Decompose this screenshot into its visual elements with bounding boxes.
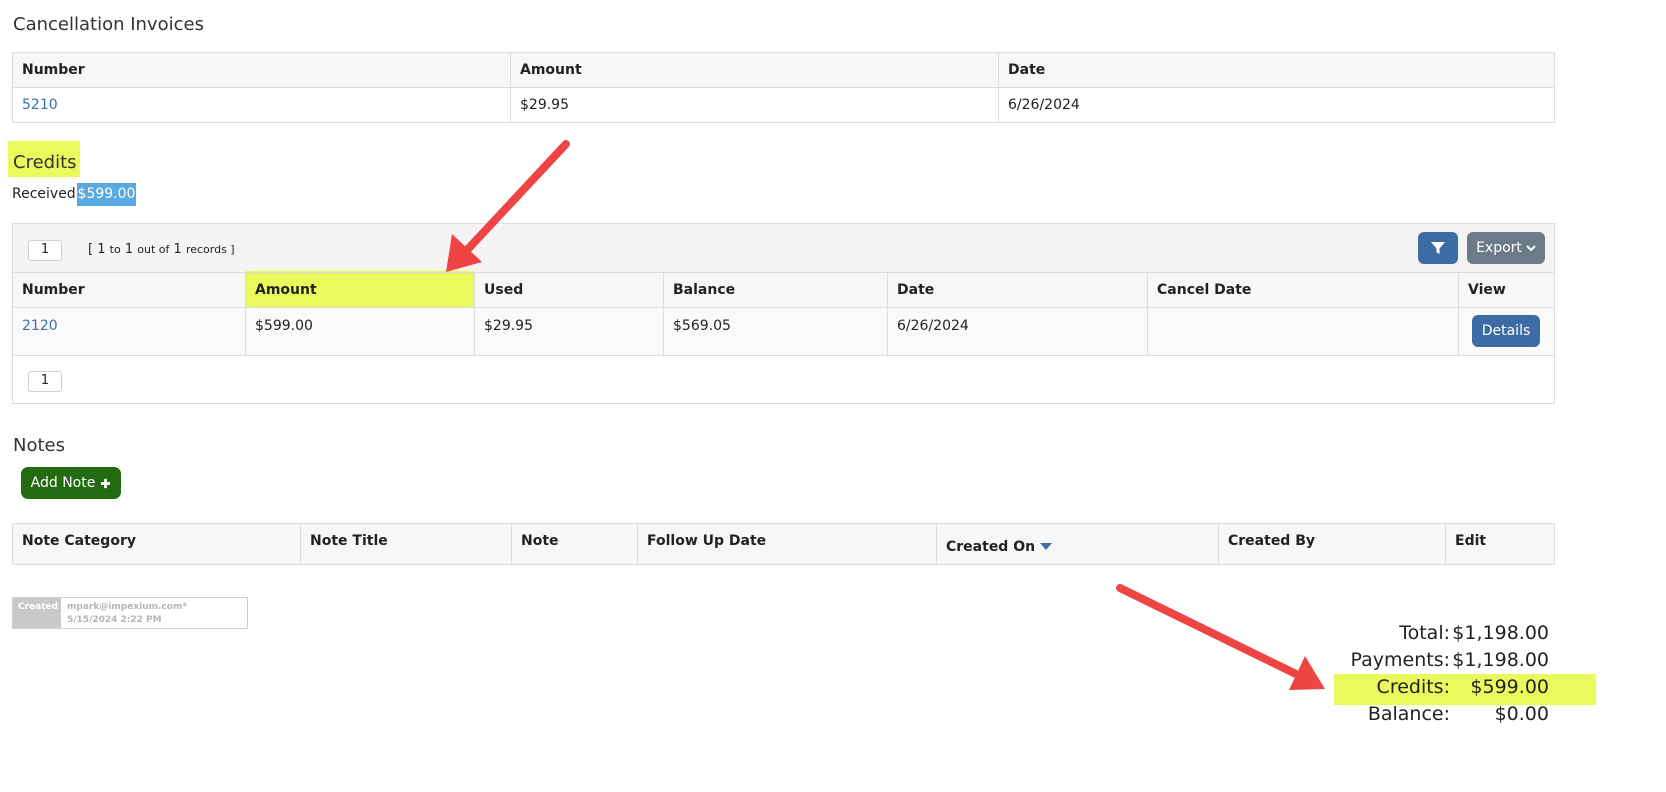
payments-value: $1,198.00 <box>1452 649 1549 671</box>
records-word: records ] <box>185 243 235 256</box>
credits-table: Number Amount Used Balance Date Cancel D… <box>12 272 1555 356</box>
column-header-amount: Amount <box>510 52 999 88</box>
records-to-word: to <box>109 243 121 256</box>
table-header-row: Note Category Note Title Note Follow Up … <box>12 523 1555 565</box>
table-row: 2120 $599.00 $29.95 $569.05 6/26/2024 <box>12 307 1555 356</box>
credits-footer <box>12 355 1555 404</box>
column-header-created-on[interactable]: Created On <box>936 523 1219 565</box>
total-label: Total: <box>1399 622 1450 644</box>
column-header-view: View <box>1458 272 1555 308</box>
created-user: mpark@impexium.com* <box>67 602 188 612</box>
column-header-number: Number <box>12 52 511 88</box>
payments-label: Payments: <box>1350 649 1450 671</box>
column-header-amount: Amount <box>245 272 475 308</box>
records-from: 1 <box>97 242 106 257</box>
credit-cancel-date <box>1147 307 1459 356</box>
filter-button[interactable] <box>1418 232 1458 264</box>
credit-balance: $569.05 <box>663 307 888 356</box>
created-timestamp: 5/15/2024 2:22 PM <box>67 615 162 625</box>
records-to: 1 <box>124 242 134 257</box>
balance-value: $0.00 <box>1494 703 1549 725</box>
column-header-date: Date <box>998 52 1555 88</box>
credit-amount: $599.00 <box>245 307 475 356</box>
created-tag: Created <box>13 598 61 628</box>
add-note-button[interactable]: Add Note <box>21 467 121 499</box>
table-header-row: Number Amount Date <box>12 52 1555 88</box>
column-header-created-by[interactable]: Created By <box>1218 523 1446 565</box>
column-header-cancel-date: Cancel Date <box>1147 272 1459 308</box>
column-header-number: Number <box>12 272 246 308</box>
page-number-input[interactable]: 1 <box>28 240 62 261</box>
column-header-note-category[interactable]: Note Category <box>12 523 301 565</box>
invoice-number-link[interactable]: 5210 <box>22 97 58 113</box>
bottom-page-number-input[interactable]: 1 <box>28 371 62 392</box>
chevron-down-icon <box>1526 245 1536 252</box>
credit-used: $29.95 <box>474 307 664 356</box>
column-header-note[interactable]: Note <box>511 523 638 565</box>
records-summary: [ 1 to 1 out of 1 records ] <box>88 242 235 257</box>
credit-number-link[interactable]: 2120 <box>22 318 58 334</box>
cancellation-invoices-table: Number Amount Date 5210 $29.95 6/26/2024 <box>12 52 1555 123</box>
created-stamp: Created mpark@impexium.com* 5/15/2024 2:… <box>12 597 248 629</box>
table-header-row: Number Amount Used Balance Date Cancel D… <box>12 272 1555 308</box>
received-label: Received : <box>12 186 85 202</box>
filter-icon <box>1431 242 1445 254</box>
credits-value: $599.00 <box>1470 676 1549 698</box>
export-label: Export <box>1476 240 1522 256</box>
records-out-of: out of <box>137 243 170 256</box>
details-button[interactable]: Details <box>1472 315 1540 347</box>
column-header-follow-up-date[interactable]: Follow Up Date <box>637 523 937 565</box>
records-total: 1 <box>173 242 182 257</box>
notes-title: Notes <box>13 435 65 456</box>
sort-down-icon <box>1039 543 1052 550</box>
created-on-label: Created On <box>946 539 1036 555</box>
notes-table: Note Category Note Title Note Follow Up … <box>12 523 1555 565</box>
created-meta: mpark@impexium.com* 5/15/2024 2:22 PM <box>67 601 187 627</box>
plus-icon <box>101 478 111 488</box>
credits-label: Credits: <box>1376 676 1450 698</box>
column-header-used: Used <box>474 272 664 308</box>
export-button[interactable]: Export <box>1467 232 1545 264</box>
column-header-edit: Edit <box>1445 523 1555 565</box>
add-note-label: Add Note <box>30 475 96 491</box>
credits-title: Credits <box>13 152 77 173</box>
invoice-date: 6/26/2024 <box>998 87 1555 123</box>
table-row: 5210 $29.95 6/26/2024 <box>12 87 1555 123</box>
arrow-to-credits-total-icon <box>1116 584 1325 690</box>
cancellation-invoices-title: Cancellation Invoices <box>13 14 204 35</box>
balance-label: Balance: <box>1367 703 1450 725</box>
invoice-amount: $29.95 <box>510 87 999 123</box>
column-header-date: Date <box>887 272 1148 308</box>
records-summary-bracket: [ <box>88 242 94 257</box>
received-badge: $599.00 <box>77 183 136 206</box>
column-header-note-title[interactable]: Note Title <box>300 523 512 565</box>
credits-toolbar <box>12 223 1555 274</box>
credit-date: 6/26/2024 <box>887 307 1148 356</box>
total-value: $1,198.00 <box>1452 622 1549 644</box>
column-header-balance: Balance <box>663 272 888 308</box>
